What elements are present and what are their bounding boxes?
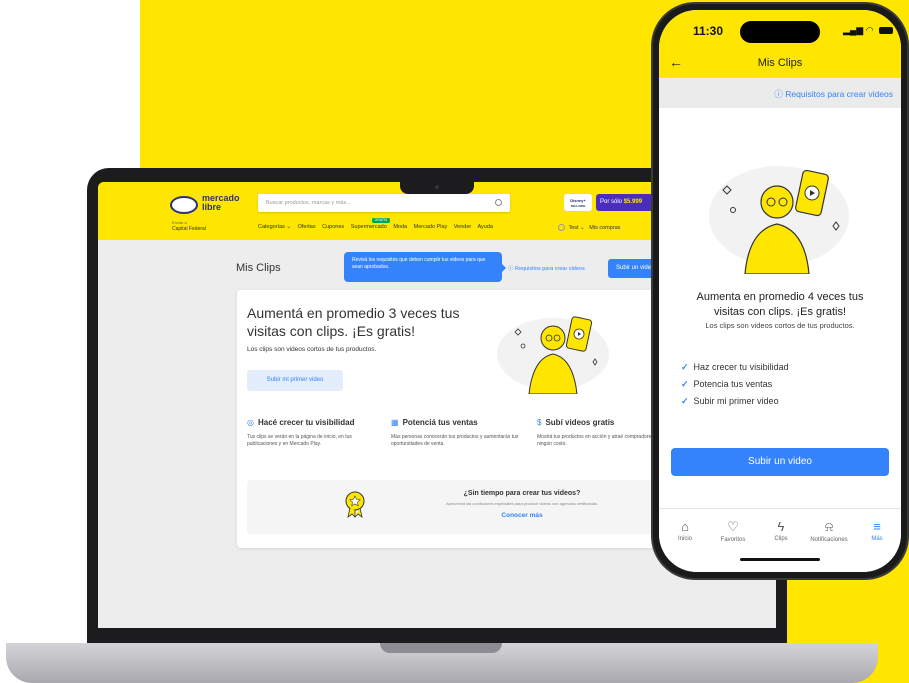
app-header: ← Mis Clips [659,50,901,78]
shop-icon: ▦ [391,418,399,427]
handshake-icon [170,196,198,214]
feature-sales: ▦ Potenciá tus ventas Más personas conoce… [391,418,519,447]
laptop-notch [400,182,474,194]
nav-sell[interactable]: Vender [454,224,471,230]
nav-categories[interactable]: Categorías ⌄ [258,224,291,230]
check-icon: ✓ [681,362,689,372]
menu-icon: ≡ [873,519,881,534]
tab-bar: ⌂ Inicio ♡ Favoritos ϟ Clips ⍾ Notificacione… [659,508,901,572]
benefit-item: ✓ Haz crecer tu visibilidad [681,362,789,372]
help-icon: ⓘ [774,89,786,99]
home-indicator [740,558,820,561]
tooltip-arrow [502,264,506,272]
status-bar: 11:30 ▂▄▆ ◠ [659,10,901,50]
home-icon: ⌂ [681,519,689,534]
requirements-bar: ⓘ Requisitos para crear videos [659,78,901,108]
wifi-icon: ◠ [865,25,874,35]
laptop-bezel-bottom [87,628,787,643]
nav-mercado-play[interactable]: Mercado Play [414,224,448,230]
phone-screen: 11:30 ▂▄▆ ◠ ← Mis Clips ⓘ Requisitos par… [659,10,901,572]
check-icon: ✓ [681,379,689,389]
tab-favorites[interactable]: ♡ Favoritos [709,519,757,543]
medal-icon [345,491,365,518]
new-badge: GRATIS [372,218,390,223]
tooltip-text: Revisá los requisitos que deben cumplir … [352,257,486,270]
person-with-phone-illustration [497,316,609,394]
app-title: Mis Clips [757,57,803,69]
camera-icon [435,185,439,189]
search-input[interactable]: Buscar productos, marcas y más... [258,194,510,212]
benefit-item: ✓ Subir mi primer video [681,396,779,406]
benefits-list: ✓ Haz crecer tu visibilidad ✓ Potencia tus… [681,362,789,413]
person-with-phone-illustration [709,166,849,274]
nav-supermarket[interactable]: Supermercado [351,224,387,230]
money-icon: $ [537,418,542,427]
logo-line2: libre [202,202,222,212]
cta-description: Aprovechá las condiciones especiales par… [445,501,599,506]
learn-more-link[interactable]: Conocer más [387,512,657,519]
feature-free: $ Subí videos gratis Mostrá tus productos… [537,418,662,447]
main-nav: Categorías ⌄ Ofertas Cupones Supermercad… [258,224,498,230]
status-icons: ▂▄▆ ◠ [843,25,894,36]
mercadolibre-logo[interactable]: mercado libre [170,192,260,220]
eye-icon: ◎ [247,418,254,427]
mobile-hero-subtitle: Los clips son videos cortos de tus produ… [705,321,855,330]
bolt-icon: ϟ [777,519,785,534]
tab-clips[interactable]: ϟ Clips [757,519,805,542]
requirements-link[interactable]: ⓘ Requisitos para crear videos [508,264,585,272]
nav-offers[interactable]: Ofertas [298,224,316,230]
dynamic-island [740,21,820,43]
avatar[interactable] [558,224,565,231]
mobile-content: Aumenta en promedio 4 veces tus visitas … [659,108,901,508]
tab-more[interactable]: ≡ Más [853,519,901,542]
laptop-opening-groove [380,643,502,653]
location-label: Enviar a [172,220,187,225]
agencies-cta: ¿Sin tiempo para crear tus videos? Aprov… [247,480,659,534]
page-title: Mis Clips [236,262,281,274]
first-video-button[interactable]: Subir mi primer video [247,370,343,391]
feature-visibility: ◎ Hacé crecer tu visibilidad Tus clips se… [247,418,355,447]
cta-title: ¿Sin tiempo para crear tus videos? [463,490,581,497]
tab-home[interactable]: ⌂ Inicio [661,519,709,542]
bell-icon: ⍾ [824,519,834,534]
search-icon[interactable] [495,199,502,206]
location-value: Capital Federal [172,226,206,232]
user-nav: Test ⌄ Mis compras [558,224,620,231]
battery-icon [879,27,894,35]
nav-coupons[interactable]: Cupones [322,224,344,230]
requirements-tooltip: Revisá los requisitos que deben cumplir … [344,252,506,282]
benefit-item: ✓ Potencia tus ventas [681,379,773,389]
upload-video-button-mobile[interactable]: Subir un video [671,448,889,476]
check-icon: ✓ [681,396,689,406]
signal-icon: ▂▄▆ [843,25,864,35]
my-purchases-link[interactable]: Mis compras [589,225,620,231]
nav-fashion[interactable]: Moda [393,224,407,230]
help-icon: ⓘ [508,266,516,272]
clock: 11:30 [693,24,724,38]
search-placeholder: Buscar productos, marcas y más... [266,200,351,206]
tab-notifications[interactable]: ⍾ Notificaciones [805,519,853,543]
heart-icon: ♡ [727,519,739,534]
hero-title: Aumentá en promedio 3 veces tus visitas … [247,305,460,339]
disney-logo[interactable]: Disney+ INCLUIDO [564,194,592,211]
shipping-location[interactable]: Enviar a Capital Federal [172,220,206,232]
requirements-link-mobile[interactable]: ⓘ Requisitos para crear videos [774,88,893,100]
nav-help[interactable]: Ayuda [477,224,493,230]
user-menu[interactable]: Test ⌄ [568,225,584,231]
hero-subtitle: Los clips son videos cortos de tus produ… [247,346,377,353]
clips-card: Aumentá en promedio 3 veces tus visitas … [237,290,667,548]
mobile-hero-title: Aumenta en promedio 4 veces tus visitas … [696,291,864,318]
